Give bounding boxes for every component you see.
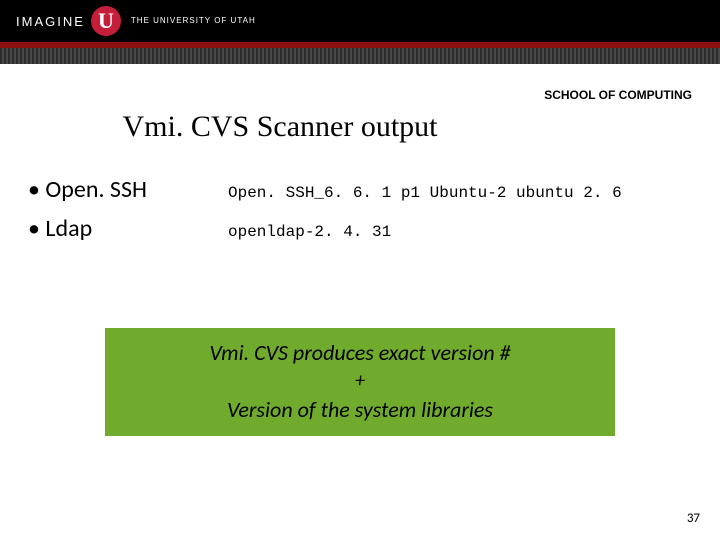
callout-plus: + (119, 368, 601, 395)
bullet-list: Open. SSH Open. SSH_6. 6. 1 p1 Ubuntu-2 … (28, 175, 688, 253)
slide-title: Vmi. CVS Scanner output (0, 110, 720, 144)
slide-header: IMAGINE U THE UNIVERSITY OF UTAH (0, 0, 720, 62)
list-item: Open. SSH Open. SSH_6. 6. 1 p1 Ubuntu-2 … (28, 175, 688, 204)
header-imagine-text: IMAGINE (16, 14, 85, 29)
university-u-logo-icon: U (91, 6, 121, 36)
callout-box: Vmi. CVS produces exact version # + Vers… (105, 328, 615, 436)
header-black-bar: IMAGINE U THE UNIVERSITY OF UTAH (0, 0, 720, 42)
bullet-value-ldap: openldap-2. 4. 31 (228, 223, 391, 241)
bullet-value-openssh: Open. SSH_6. 6. 1 p1 Ubuntu-2 ubuntu 2. … (228, 184, 622, 202)
callout-line-1: Vmi. CVS produces exact version # (119, 338, 601, 368)
university-name-text: THE UNIVERSITY OF UTAH (131, 17, 256, 26)
list-item: Ldap openldap-2. 4. 31 (28, 214, 688, 243)
bullet-label-openssh: Open. SSH (28, 175, 228, 204)
page-number: 37 (687, 511, 700, 526)
callout-line-3: Version of the system libraries (119, 395, 601, 425)
bullet-label-ldap: Ldap (28, 214, 228, 243)
school-of-computing-label: SCHOOL OF COMPUTING (544, 88, 692, 102)
header-stripe-band (0, 48, 720, 64)
